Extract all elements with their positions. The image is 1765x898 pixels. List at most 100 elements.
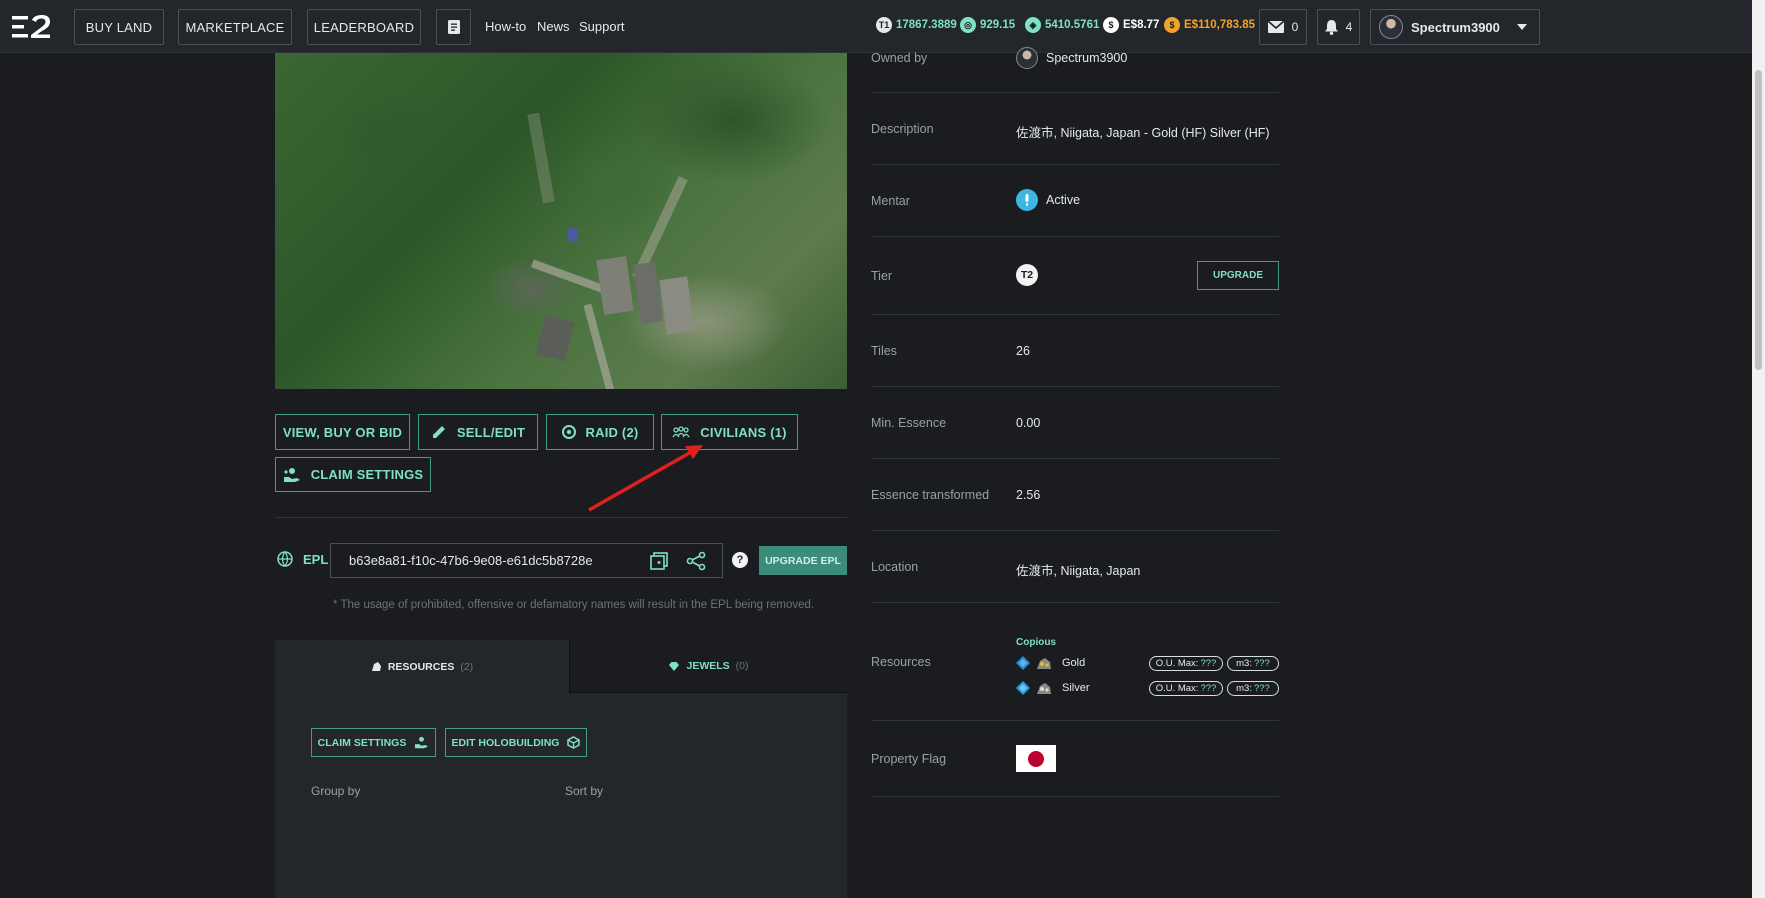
sort-by-label: Sort by: [565, 784, 604, 798]
chevron-down-icon: [1517, 24, 1527, 30]
divider: [871, 796, 1279, 797]
divider: [275, 517, 847, 518]
mail-button[interactable]: 0: [1259, 9, 1307, 45]
document-button[interactable]: [436, 9, 471, 45]
min-essence-value: 0.00: [1016, 416, 1041, 430]
silver-m3: m3:???: [1227, 681, 1279, 696]
edit-holobuilding-button[interactable]: EDIT HOLOBUILDING: [445, 728, 587, 757]
divider: [871, 458, 1279, 459]
claim-settings-button[interactable]: CLAIM SETTINGS: [275, 457, 431, 492]
mentar-status: Active: [1016, 189, 1080, 211]
divider: [871, 92, 1279, 93]
location-label: Location: [871, 560, 919, 574]
owner-avatar: [1016, 47, 1038, 69]
gold-ou-max: O.U. Max:???: [1149, 656, 1223, 671]
news-link[interactable]: News: [537, 19, 570, 34]
silver-ou-max: O.U. Max:???: [1149, 681, 1223, 696]
scrollbar-thumb[interactable]: [1755, 70, 1762, 370]
holobuilding-icon: [567, 736, 581, 749]
tiles-label: Tiles: [871, 344, 897, 358]
mentar-label: Mentar: [871, 194, 910, 208]
pencil-icon: [432, 426, 445, 438]
mail-count: 0: [1291, 20, 1299, 34]
silver-ore-icon: [1037, 682, 1051, 694]
divider: [871, 720, 1279, 721]
view-buy-bid-button[interactable]: VIEW, BUY OR BID: [275, 414, 410, 450]
divider: [871, 386, 1279, 387]
document-icon: [447, 20, 460, 34]
gold-coin-icon: $: [1164, 17, 1180, 33]
tab-jewels[interactable]: JEWELS (0): [570, 640, 847, 693]
essence-transformed-label: Essence transformed: [871, 488, 990, 502]
raid-icon: [561, 425, 576, 439]
owned-by-label: Owned by: [871, 51, 928, 65]
user-menu[interactable]: Spectrum3900: [1370, 9, 1540, 45]
diamond-icon: [1016, 656, 1030, 670]
mentar-icon: [1016, 189, 1038, 211]
property-flag-label: Property Flag: [871, 752, 947, 766]
divider: [871, 236, 1279, 237]
dollar-icon: $: [1103, 17, 1119, 33]
epl-note: * The usage of prohibited, offensive or …: [333, 599, 815, 611]
tier-value: T2: [1016, 264, 1038, 286]
property-satellite-image: [275, 53, 847, 389]
share-icon[interactable]: [686, 551, 706, 571]
notifications-button[interactable]: 4: [1317, 9, 1360, 45]
support-link[interactable]: Support: [579, 19, 625, 34]
group-by-label: Group by: [311, 784, 361, 798]
top-bar: BUY LAND MARKETPLACE LEADERBOARD How-to …: [0, 0, 1752, 53]
divider: [871, 314, 1279, 315]
balance-t1[interactable]: T1 17867.3889: [876, 17, 957, 33]
howto-link[interactable]: How-to: [485, 19, 526, 34]
resource-row-gold: Gold: [1016, 656, 1085, 670]
essence-icon: ◈: [1025, 17, 1041, 33]
marketplace-button[interactable]: MARKETPLACE: [178, 9, 292, 45]
tokens-icon: ◎: [960, 17, 976, 33]
divider: [871, 164, 1279, 165]
copy-icon[interactable]: [649, 551, 669, 571]
avatar: [1379, 15, 1403, 39]
location-value: 佐渡市, Niigata, Japan: [1016, 564, 1141, 578]
help-icon[interactable]: ?: [732, 552, 748, 568]
buy-land-button[interactable]: BUY LAND: [74, 9, 164, 45]
resources-icon: [371, 662, 381, 671]
red-arrow-annotation: [588, 445, 703, 512]
tab-resources[interactable]: RESOURCES (2): [275, 640, 570, 693]
description-value: 佐渡市, Niigata, Japan - Gold (HF) Silver (…: [1016, 126, 1270, 140]
divider: [871, 530, 1279, 531]
upgrade-tier-button[interactable]: UPGRADE: [1197, 261, 1279, 290]
balance-dollar[interactable]: $ E$8.77: [1103, 17, 1159, 33]
min-essence-label: Min. Essence: [871, 416, 947, 430]
description-label: Description: [871, 122, 934, 136]
essence-transformed-value: 2.56: [1016, 488, 1041, 502]
balance-essence[interactable]: ◈ 5410.5761: [1025, 17, 1099, 33]
claim-settings-icon: [415, 736, 429, 749]
resources-label: Resources: [871, 655, 931, 669]
jewel-icon: [669, 661, 680, 671]
claim-settings-icon: [283, 467, 300, 482]
tier-badge: T2: [1016, 264, 1038, 286]
balance-tokens[interactable]: ◎ 929.15: [960, 17, 1015, 33]
mail-icon: [1267, 21, 1284, 33]
balance-gold[interactable]: $ E$110,783.85: [1164, 17, 1255, 33]
owner[interactable]: Spectrum3900: [1016, 47, 1127, 69]
resources-jewels-panel: RESOURCES (2) JEWELS (0): [275, 640, 847, 898]
panel-claim-settings-button[interactable]: CLAIM SETTINGS: [311, 728, 436, 757]
username: Spectrum3900: [1411, 19, 1500, 35]
divider: [871, 602, 1279, 603]
gold-m3: m3:???: [1227, 656, 1279, 671]
gold-ore-icon: [1037, 657, 1051, 669]
t1-icon: T1: [876, 17, 892, 33]
notification-count: 4: [1345, 20, 1353, 34]
sell-edit-button[interactable]: SELL/EDIT: [418, 414, 538, 450]
resource-row-silver: Silver: [1016, 681, 1090, 695]
leaderboard-button[interactable]: LEADERBOARD: [307, 9, 421, 45]
globe-icon: [277, 551, 293, 567]
resource-grade: Copious: [1016, 637, 1056, 648]
diamond-icon: [1016, 681, 1030, 695]
japan-flag[interactable]: [1016, 745, 1056, 772]
upgrade-epl-button[interactable]: UPGRADE EPL: [759, 546, 847, 575]
e2-logo-icon[interactable]: [12, 14, 52, 40]
civilians-icon: [672, 426, 690, 438]
epl-label: EPL: [277, 551, 328, 567]
